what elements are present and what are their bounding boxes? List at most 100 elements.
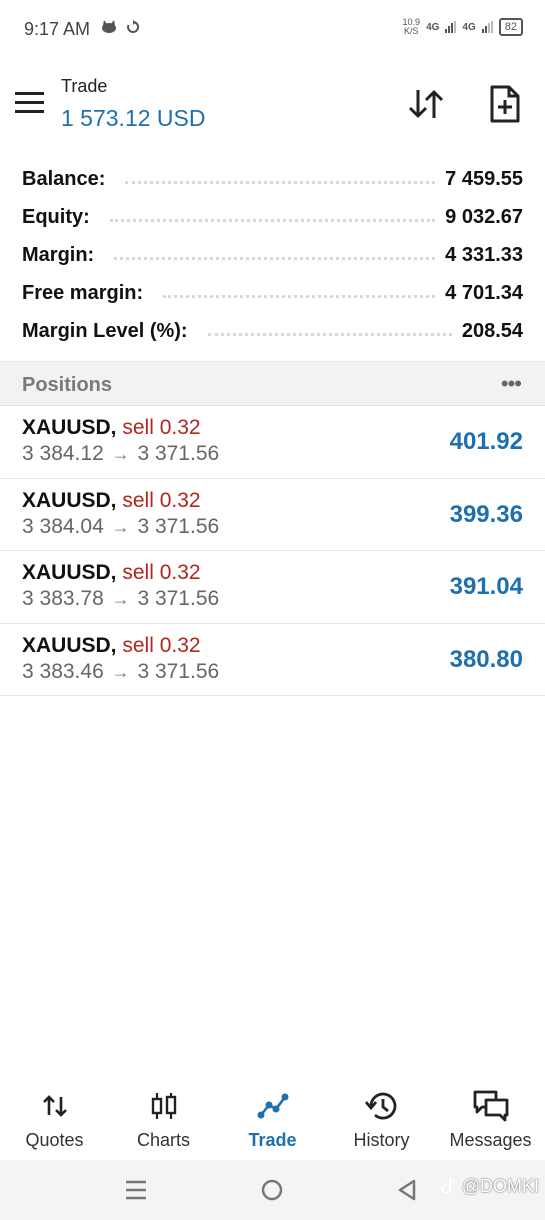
bottom-nav: Quotes Charts Trade History Messages — [0, 1080, 545, 1160]
open-price: 3 384.04 — [22, 514, 104, 538]
position-side: sell 0.32 — [122, 416, 201, 439]
nav-item-quotes[interactable]: Quotes — [0, 1080, 109, 1160]
signal-bars-icon — [445, 21, 457, 33]
position-title: XAUUSD, sell 0.32 — [22, 561, 201, 585]
watermark: @DOMKI — [440, 1176, 539, 1197]
home-icon[interactable] — [260, 1178, 284, 1202]
system-nav-bar: @DOMKI — [0, 1160, 545, 1220]
position-prices: 3 384.12 → 3 371.56 — [22, 442, 219, 466]
summary-label: Balance: — [22, 167, 116, 191]
position-title: XAUUSD, sell 0.32 — [22, 416, 201, 440]
position-prices: 3 383.46 → 3 371.56 — [22, 660, 219, 684]
summary-value: 4 701.34 — [445, 281, 523, 304]
account-summary: Balance: 7 459.55 Equity: 9 032.67 Margi… — [0, 160, 545, 350]
position-side: sell 0.32 — [122, 561, 201, 584]
current-price: 3 371.56 — [137, 659, 220, 683]
dotted-leader — [109, 218, 436, 222]
signal-bars-icon — [481, 21, 493, 33]
summary-label: Margin Level (%): — [22, 319, 198, 343]
page-title: Trade — [61, 76, 108, 96]
summary-row-margin: Margin: 4 331.33 — [0, 236, 545, 274]
current-price: 3 371.56 — [137, 442, 220, 465]
history-icon — [364, 1092, 396, 1120]
position-profit: 391.04 — [449, 573, 523, 600]
trade-icon — [257, 1093, 288, 1119]
position-symbol: XAUUSD, — [22, 561, 117, 584]
nav-item-messages[interactable]: Messages — [436, 1080, 545, 1160]
dotted-leader — [163, 294, 436, 298]
position-prices: 3 383.78 → 3 371.56 — [22, 587, 219, 611]
summary-value: 208.54 — [461, 319, 523, 342]
more-horizontal-icon[interactable]: ••• — [501, 373, 522, 395]
tiktok-icon — [440, 1177, 455, 1194]
recents-icon[interactable] — [124, 1178, 148, 1202]
nav-item-charts[interactable]: Charts — [109, 1080, 218, 1160]
profit-total: 1 573.12 USD — [61, 105, 206, 131]
arrow-right-icon: → — [111, 444, 130, 464]
dotted-leader — [125, 180, 436, 184]
position-row[interactable]: XAUUSD, sell 0.32 3 384.12 → 3 371.56 40… — [0, 406, 545, 479]
summary-label: Free margin: — [22, 281, 154, 305]
arrow-right-icon: → — [111, 589, 130, 609]
current-price: 3 371.56 — [137, 514, 220, 538]
sort-icon[interactable] — [406, 86, 446, 122]
position-side: sell 0.32 — [122, 633, 201, 657]
status-bar: 9:17 AM 10.9 K/S 4G 4G 82 — [0, 0, 545, 60]
battery-icon: 82 — [498, 18, 523, 36]
summary-row-equity: Equity: 9 032.67 — [0, 198, 545, 236]
app-header: Trade 1 573.12 USD — [0, 70, 545, 140]
watermark-text: @DOMKI — [461, 1176, 539, 1196]
signal-4g-1: 4G — [426, 21, 440, 33]
messages-icon — [473, 1090, 508, 1122]
position-symbol: XAUUSD, — [22, 633, 117, 657]
status-notification-icons — [100, 20, 140, 37]
back-icon[interactable] — [396, 1178, 418, 1202]
sync-icon — [126, 20, 139, 33]
nav-label: Messages — [449, 1130, 532, 1150]
position-title: XAUUSD, sell 0.32 — [22, 634, 201, 658]
position-title: XAUUSD, sell 0.32 — [22, 489, 201, 513]
nav-label: History — [353, 1130, 410, 1150]
charts-icon — [151, 1093, 176, 1119]
open-price: 3 384.12 — [22, 442, 104, 465]
net-speed: 10.9 K/S — [403, 18, 421, 36]
summary-label: Margin: — [22, 243, 105, 267]
nav-item-history[interactable]: History — [327, 1080, 436, 1160]
net-speed-unit: K/S — [404, 26, 419, 36]
summary-row-margin-level: Margin Level (%): 208.54 — [0, 312, 545, 350]
position-row[interactable]: XAUUSD, sell 0.32 3 383.46 → 3 371.56 38… — [0, 624, 545, 696]
position-profit: 380.80 — [449, 645, 523, 673]
nav-label: Charts — [136, 1130, 190, 1150]
dotted-leader — [114, 256, 436, 260]
position-side: sell 0.32 — [122, 488, 201, 512]
status-time: 9:17 AM — [24, 19, 91, 39]
quotes-icon — [42, 1095, 67, 1117]
new-order-icon[interactable] — [487, 84, 523, 124]
menu-icon[interactable] — [15, 92, 45, 116]
open-price: 3 383.46 — [22, 659, 104, 683]
signal-4g-2: 4G — [462, 21, 476, 33]
current-price: 3 371.56 — [137, 587, 220, 610]
position-row[interactable]: XAUUSD, sell 0.32 3 384.04 → 3 371.56 39… — [0, 479, 545, 551]
arrow-right-icon: → — [111, 661, 130, 682]
summary-value: 4 331.33 — [445, 243, 523, 266]
positions-section-header: Positions ••• — [0, 361, 545, 406]
nav-item-trade[interactable]: Trade — [218, 1080, 327, 1160]
nav-label: Quotes — [25, 1130, 84, 1150]
position-profit: 401.92 — [449, 428, 523, 455]
summary-row-free-margin: Free margin: 4 701.34 — [0, 274, 545, 312]
position-symbol: XAUUSD, — [22, 488, 117, 512]
summary-value: 7 459.55 — [445, 167, 523, 190]
open-price: 3 383.78 — [22, 587, 104, 610]
summary-value: 9 032.67 — [445, 205, 523, 228]
summary-label: Equity: — [22, 205, 100, 229]
positions-title: Positions — [22, 374, 113, 396]
status-right-icons: 10.9 K/S 4G 4G 82 — [403, 18, 523, 36]
summary-row-balance: Balance: 7 459.55 — [0, 160, 545, 198]
position-row[interactable]: XAUUSD, sell 0.32 3 383.78 → 3 371.56 39… — [0, 551, 545, 624]
cat-icon — [102, 20, 116, 33]
position-symbol: XAUUSD, — [22, 416, 117, 439]
dotted-leader — [207, 332, 452, 336]
position-profit: 399.36 — [449, 500, 523, 528]
arrow-right-icon: → — [111, 516, 130, 537]
